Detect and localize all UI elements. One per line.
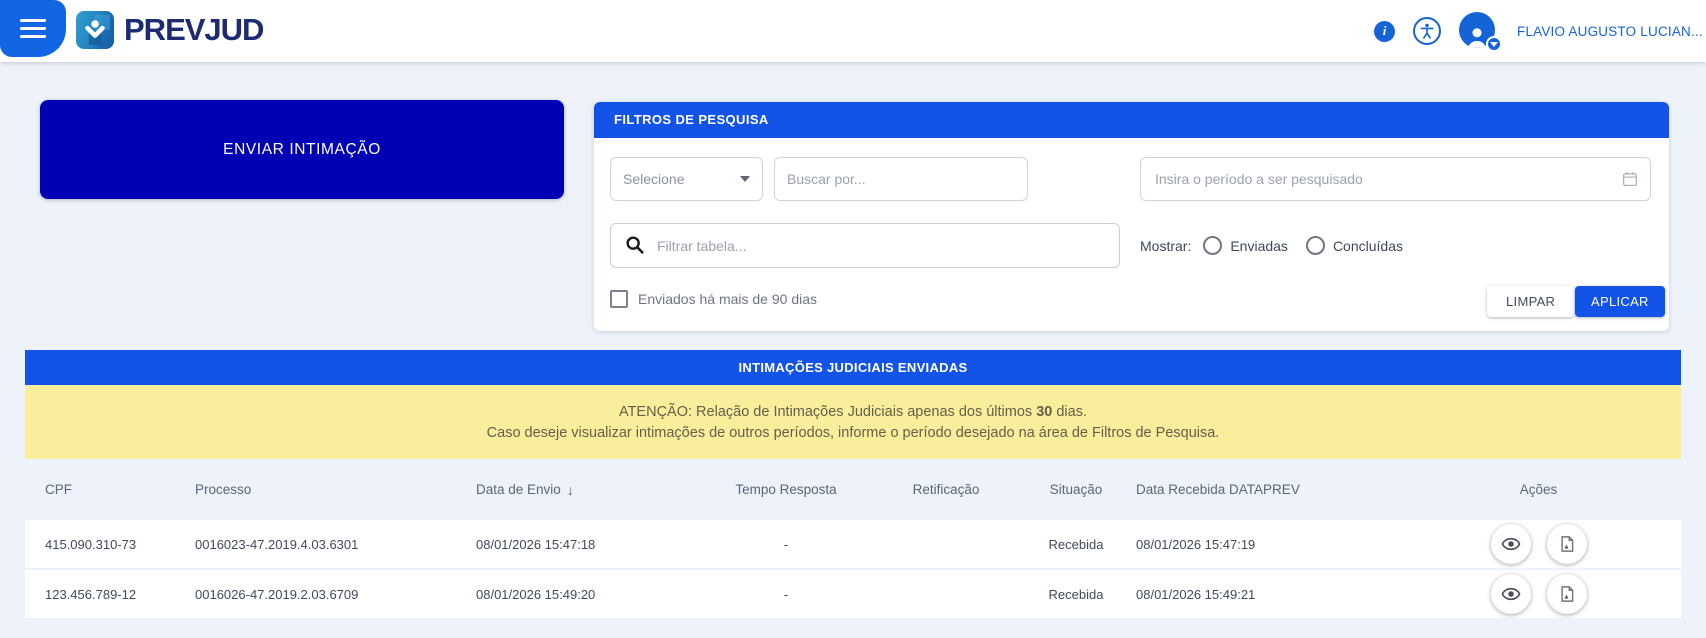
cell-data-envio: 08/01/2026 15:49:20 xyxy=(476,586,596,602)
view-button[interactable] xyxy=(1490,574,1531,614)
pdf-button[interactable] xyxy=(1546,574,1587,614)
chevron-down-icon xyxy=(740,176,750,182)
cell-actions xyxy=(1416,574,1661,614)
filter-type-selected-value: Selecione xyxy=(623,171,685,187)
radio-concluidas[interactable] xyxy=(1305,236,1325,255)
cell-data-envio: 08/01/2026 15:47:18 xyxy=(476,536,596,552)
top-bar: PREVJUD i FLAVIO AUGUSTO LUCIAN... xyxy=(0,0,1706,62)
column-header-retificacao[interactable]: Retificação xyxy=(876,482,1016,497)
column-header-acoes: Ações xyxy=(1519,482,1558,497)
eye-icon xyxy=(1501,537,1520,551)
cell-cpf: 415.090.310-73 xyxy=(45,536,137,552)
older-than-90-days-option: Enviados há mais de 90 dias xyxy=(610,290,817,308)
brand-logo-icon xyxy=(76,11,114,49)
radio-enviadas[interactable] xyxy=(1203,236,1223,255)
cell-situacao: Recebida xyxy=(1048,586,1104,602)
column-header-cpf[interactable]: CPF xyxy=(45,482,195,497)
warning-line-1: ATENÇÃO: Relação de Intimações Judiciais… xyxy=(618,403,1087,420)
prevjud-app: PREVJUD i FLAVIO AUGUSTO LUCIAN... ENVIA… xyxy=(0,0,1706,638)
topbar-actions: i FLAVIO AUGUSTO LUCIAN... xyxy=(1374,0,1703,62)
pdf-button[interactable] xyxy=(1546,524,1587,564)
cell-cpf: 123.456.789-12 xyxy=(45,586,137,602)
show-label: Mostrar: xyxy=(1140,237,1192,254)
eye-icon xyxy=(1501,587,1520,601)
apply-button[interactable]: APLICAR xyxy=(1575,286,1665,317)
table-row: 123.456.789-12 0016026-47.2019.2.03.6709… xyxy=(25,570,1681,618)
clear-button[interactable]: LIMPAR xyxy=(1487,286,1575,317)
period-field xyxy=(1140,157,1651,201)
brand-name: PREVJUD xyxy=(124,12,264,47)
warning-banner: ATENÇÃO: Relação de Intimações Judiciais… xyxy=(25,385,1681,459)
column-header-situacao[interactable]: Situação xyxy=(1016,482,1136,497)
column-header-processo[interactable]: Processo xyxy=(195,482,476,497)
sort-desc-icon[interactable]: ↓ xyxy=(567,482,574,498)
period-input[interactable] xyxy=(1140,157,1651,201)
warning-line-2: Caso deseje visualizar intimações de out… xyxy=(486,424,1220,441)
table-title: INTIMAÇÕES JUDICIAIS ENVIADAS xyxy=(25,350,1681,385)
cell-situacao: Recebida xyxy=(1048,536,1104,552)
table-filter-input[interactable] xyxy=(610,223,1120,268)
filters-panel: FILTROS DE PESQUISA Selecione Mostrar: xyxy=(594,102,1669,331)
pdf-file-icon xyxy=(1560,536,1573,552)
column-header-tempo-resposta[interactable]: Tempo Resposta xyxy=(696,482,876,497)
cell-data-recebida: 08/01/2026 15:47:19 xyxy=(1136,536,1256,552)
radio-option-enviadas: Enviadas xyxy=(1203,236,1288,255)
user-name[interactable]: FLAVIO AUGUSTO LUCIAN... xyxy=(1517,24,1703,39)
chevron-down-icon xyxy=(1486,36,1502,52)
cell-tempo-resposta: - xyxy=(783,536,789,552)
send-intimation-label: ENVIAR INTIMAÇÃO xyxy=(223,140,381,158)
radio-concluidas-label[interactable]: Concluídas xyxy=(1333,238,1403,254)
cell-actions xyxy=(1416,524,1661,564)
filters-title: FILTROS DE PESQUISA xyxy=(594,102,1669,138)
show-options: Mostrar: Enviadas Concluídas xyxy=(1140,223,1421,268)
older-than-90-days-checkbox[interactable] xyxy=(610,290,628,308)
column-header-data-recebida[interactable]: Data Recebida DATAPREV xyxy=(1136,482,1416,497)
accessibility-icon[interactable] xyxy=(1413,17,1441,45)
brand: PREVJUD xyxy=(76,11,264,49)
search-icon xyxy=(626,236,644,254)
account-menu-button[interactable] xyxy=(1459,12,1502,52)
older-than-90-days-label[interactable]: Enviados há mais de 90 dias xyxy=(638,291,817,307)
radio-enviadas-label[interactable]: Enviadas xyxy=(1230,238,1288,254)
table-row: 415.090.310-73 0016023-47.2019.4.03.6301… xyxy=(25,520,1681,568)
table-rows: 415.090.310-73 0016023-47.2019.4.03.6301… xyxy=(25,520,1681,620)
menu-icon xyxy=(20,19,46,22)
search-by-input[interactable] xyxy=(774,157,1028,201)
pdf-file-icon xyxy=(1560,586,1573,602)
column-header-data-envio[interactable]: Data de Envio ↓ xyxy=(476,482,696,498)
radio-option-concluidas: Concluídas xyxy=(1305,236,1403,255)
menu-button[interactable] xyxy=(0,0,66,57)
cell-data-recebida: 08/01/2026 15:49:21 xyxy=(1136,586,1256,602)
send-intimation-button[interactable]: ENVIAR INTIMAÇÃO xyxy=(40,100,564,199)
cell-processo: 0016026-47.2019.2.03.6709 xyxy=(195,586,359,602)
info-icon[interactable]: i xyxy=(1374,20,1395,42)
filter-type-select[interactable]: Selecione xyxy=(610,157,763,201)
table-header-row: CPF Processo Data de Envio ↓ Tempo Respo… xyxy=(25,459,1681,520)
cell-processo: 0016023-47.2019.4.03.6301 xyxy=(195,536,359,552)
view-button[interactable] xyxy=(1490,524,1531,564)
cell-tempo-resposta: - xyxy=(783,586,789,602)
table-filter-field xyxy=(610,223,1120,268)
